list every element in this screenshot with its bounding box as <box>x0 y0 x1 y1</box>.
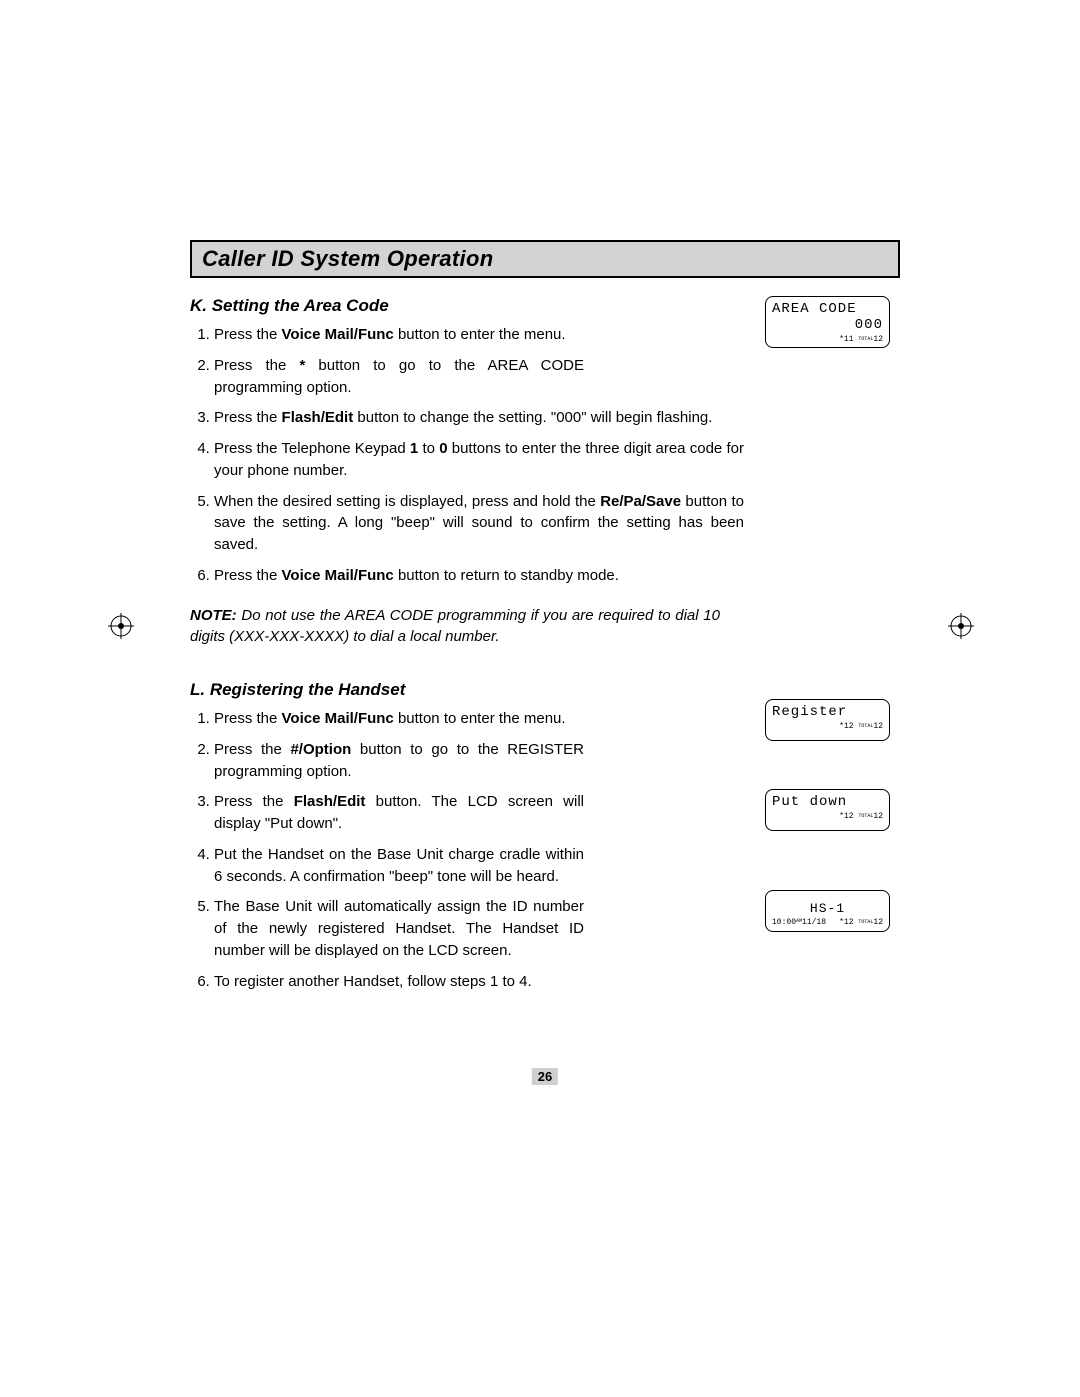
step-k3: Press the Flash/Edit button to change th… <box>214 407 744 429</box>
note-k: NOTE: Do not use the AREA CODE programmi… <box>190 605 720 649</box>
lcd-hs-1: HS-1 10:00AM11/18 *12 TOTAL12 <box>765 890 890 932</box>
crop-mark-left-icon <box>108 613 134 639</box>
steps-list-l: Press the Voice Mail/Func button to ente… <box>190 708 900 992</box>
lcd-right: *12 TOTAL12 <box>839 918 883 927</box>
lcd-star: *12 <box>839 812 853 821</box>
lcd-left: 10:00AM11/18 <box>772 918 826 927</box>
section-title-bar: Caller ID System Operation <box>190 240 900 278</box>
subsection-heading-l: L. Registering the Handset <box>190 680 900 700</box>
lcd-status-line: *11 TOTAL12 <box>772 335 883 344</box>
note-label: NOTE: <box>190 607 237 624</box>
step-k5: When the desired setting is displayed, p… <box>214 491 744 556</box>
step-k2: Press the * button to go to the AREA COD… <box>214 355 584 399</box>
lcd-status-line: *12 TOTAL12 <box>772 812 883 821</box>
page-number: 26 <box>532 1068 558 1085</box>
lcd-total-label: TOTAL <box>858 336 873 342</box>
lcd-line: AREA CODE <box>772 301 883 317</box>
lcd-total-label: TOTAL <box>858 813 873 819</box>
lcd-line: Put down <box>772 794 883 810</box>
lcd-star: *12 <box>839 722 853 731</box>
steps-list-k: Press the Voice Mail/Func button to ente… <box>190 324 900 587</box>
lcd-line: HS-1 <box>772 901 883 916</box>
lcd-total-value: 12 <box>873 812 883 821</box>
step-l4: Put the Handset on the Base Unit charge … <box>214 844 584 888</box>
lcd-register: Register *12 TOTAL12 <box>765 699 890 741</box>
section-title: Caller ID System Operation <box>202 246 493 271</box>
lcd-total-value: 12 <box>873 335 883 344</box>
note-text: Do not use the AREA CODE programming if … <box>190 607 720 646</box>
lcd-status-line: *12 TOTAL12 <box>772 722 883 731</box>
step-k4: Press the Telephone Keypad 1 to 0 button… <box>214 438 744 482</box>
step-l2: Press the #/Option button to go to the R… <box>214 739 584 783</box>
step-k6: Press the Voice Mail/Func button to retu… <box>214 565 744 587</box>
lcd-line: 000 <box>772 317 883 333</box>
step-l3: Press the Flash/Edit button. The LCD scr… <box>214 791 584 835</box>
lcd-total-value: 12 <box>873 722 883 731</box>
lcd-line: Register <box>772 704 883 720</box>
lcd-put-down: Put down *12 TOTAL12 <box>765 789 890 831</box>
manual-page: Caller ID System Operation AREA CODE 000… <box>190 240 900 992</box>
step-l5: The Base Unit will automatically assign … <box>214 896 584 961</box>
lcd-area-code: AREA CODE 000 *11 TOTAL12 <box>765 296 890 348</box>
lcd-status-line: 10:00AM11/18 *12 TOTAL12 <box>772 918 883 927</box>
crop-mark-right-icon <box>948 613 974 639</box>
step-l6: To register another Handset, follow step… <box>214 971 584 993</box>
lcd-star: *11 <box>839 335 853 344</box>
lcd-total-label: TOTAL <box>858 723 873 729</box>
step-k1: Press the Voice Mail/Func button to ente… <box>214 324 584 346</box>
step-l1: Press the Voice Mail/Func button to ente… <box>214 708 744 730</box>
